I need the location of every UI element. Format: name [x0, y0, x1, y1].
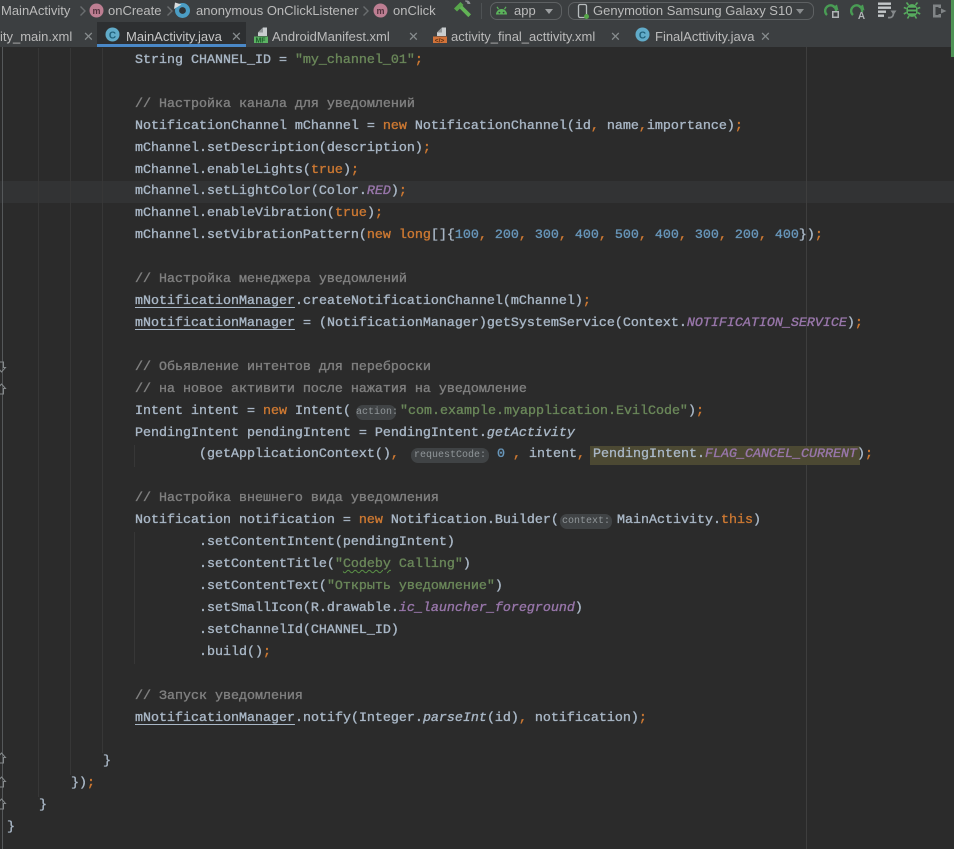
svg-text:A: A [858, 11, 865, 20]
svg-text:m: m [92, 6, 100, 16]
svg-text:C: C [109, 31, 116, 42]
svg-text:m: m [376, 6, 384, 16]
svg-text:</>: </> [435, 38, 445, 44]
svg-text:MF: MF [255, 38, 266, 44]
svg-text:C: C [639, 31, 646, 42]
